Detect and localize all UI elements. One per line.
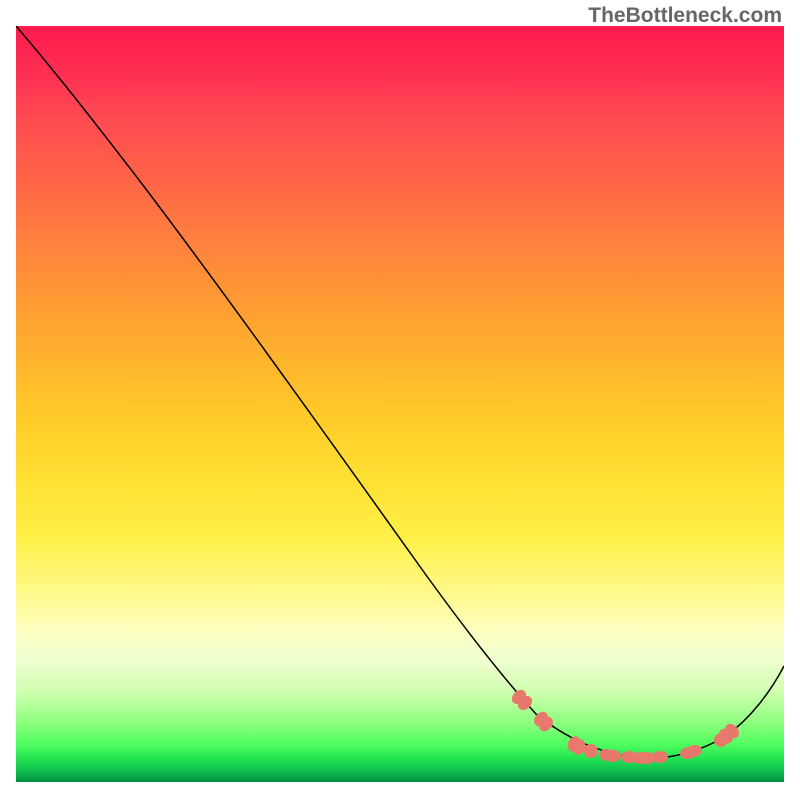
- chart-container: TheBottleneck.com: [0, 0, 800, 800]
- watermark-text: TheBottleneck.com: [588, 4, 782, 28]
- bottleneck-curve: [16, 26, 784, 758]
- data-dots: [509, 687, 742, 764]
- curve-overlay: [16, 26, 784, 782]
- dot-icon: [652, 751, 668, 763]
- dot-icon: [605, 750, 621, 762]
